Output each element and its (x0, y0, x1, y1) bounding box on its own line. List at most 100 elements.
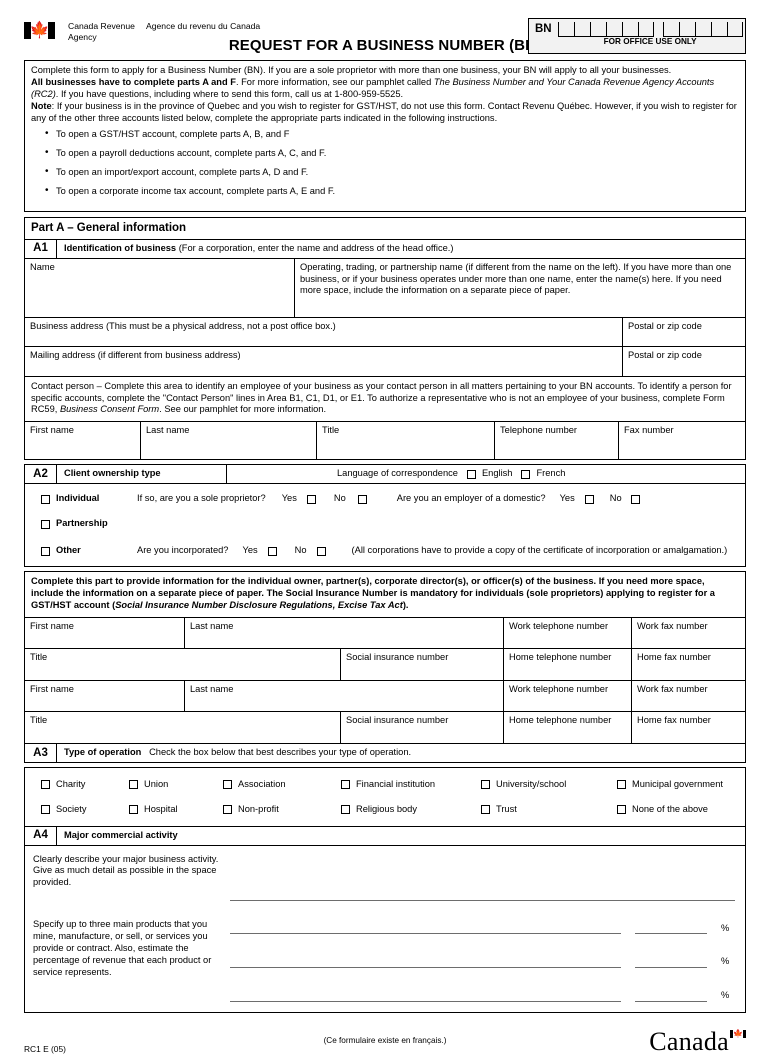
language-french-option[interactable]: French (521, 468, 565, 480)
a1-mailing-address-row: Mailing address (if different from busin… (25, 345, 745, 376)
owner2-work-fax-field[interactable]: Work fax number (632, 681, 745, 711)
office-use-label: FOR OFFICE USE ONLY (603, 37, 697, 46)
bn-digits-group-2[interactable] (662, 22, 743, 37)
contact-telephone-field[interactable]: Telephone number (495, 422, 619, 460)
contact-first-name-field[interactable]: First name (25, 422, 141, 460)
table-row: Title Social insurance number Home telep… (25, 710, 745, 743)
ownership-other-option[interactable]: Other (41, 545, 137, 557)
checkbox-sole-prop-no[interactable] (357, 494, 367, 504)
product-line-1[interactable] (230, 933, 621, 935)
bn-office-use-box: BN FOR OFFICE USE ONLY (528, 18, 746, 54)
checkbox-trust[interactable] (481, 805, 490, 815)
checkbox-union[interactable] (129, 780, 138, 790)
owner2-last-name-field[interactable]: Last name (185, 680, 504, 711)
owner1-last-name-field[interactable]: Last name (185, 617, 504, 648)
checkbox-incorporated-yes[interactable] (267, 546, 277, 556)
percent-symbol-3: % (721, 990, 730, 1001)
checkbox-municipal-government[interactable] (617, 780, 626, 790)
operation-university-school-option[interactable]: University/school (481, 779, 617, 791)
business-postal-code-field[interactable]: Postal or zip code (623, 318, 745, 346)
operation-religious-body-option[interactable]: Religious body (341, 804, 481, 816)
contact-fax-field[interactable]: Fax number (619, 422, 745, 459)
checkbox-none-of-the-above[interactable] (617, 805, 626, 815)
checkbox-domestic-no[interactable] (630, 494, 640, 504)
checkbox-hospital[interactable] (129, 805, 138, 815)
mailing-address-field[interactable]: Mailing address (if different from busin… (25, 346, 623, 376)
checkbox-other[interactable] (41, 546, 50, 556)
form-page: 🍁 Canada Revenue Agency Agence du revenu… (0, 0, 770, 1055)
section-a4-body: Clearly describe your major business act… (25, 846, 745, 1014)
owner1-home-telephone-field[interactable]: Home telephone number (504, 648, 632, 680)
checkbox-non-profit[interactable] (223, 805, 232, 815)
ownership-individual-option[interactable]: Individual (41, 493, 137, 505)
operation-hospital-option[interactable]: Hospital (129, 804, 223, 816)
operation-municipal-government-option[interactable]: Municipal government (617, 779, 723, 791)
language-of-correspondence-group: Language of correspondence English Frenc… (227, 465, 745, 483)
operation-society-option[interactable]: Society (41, 804, 129, 816)
owner2-title-field[interactable]: Title (25, 711, 341, 743)
product-line-3[interactable] (230, 1001, 621, 1003)
owner1-home-fax-field[interactable]: Home fax number (632, 649, 745, 680)
business-address-field[interactable]: Business address (This must be a physica… (25, 317, 623, 346)
owner1-sin-field[interactable]: Social insurance number (341, 648, 504, 680)
domestic-no-label: No (609, 493, 622, 504)
checkbox-association[interactable] (223, 780, 232, 790)
operating-name-field[interactable]: Operating, trading, or partnership name … (295, 259, 745, 317)
product-line-2[interactable] (230, 967, 621, 969)
list-item: To open a payroll deductions account, co… (45, 147, 739, 160)
page-footer: RC1 E (05) (Ce formulaire existe en fran… (24, 1021, 746, 1055)
operating-name-label: Operating, trading, or partnership name … (300, 261, 732, 296)
mailing-postal-code-field[interactable]: Postal or zip code (623, 347, 745, 376)
operation-non-profit-option[interactable]: Non-profit (223, 804, 341, 816)
owner2-first-name-field[interactable]: First name (25, 680, 185, 711)
business-name-field[interactable]: Name (25, 258, 295, 317)
checkbox-partnership[interactable] (41, 519, 50, 529)
contact-title-field[interactable]: Title (317, 422, 495, 460)
french-version-note: (Ce formulaire existe en français.) (323, 1035, 447, 1045)
operation-none-of-above-option[interactable]: None of the above (617, 804, 708, 816)
product-percent-2[interactable] (635, 967, 707, 969)
operation-financial-institution-option[interactable]: Financial institution (341, 779, 481, 791)
intro-instructions: Complete this form to apply for a Busine… (24, 60, 746, 213)
owner1-work-fax-field[interactable]: Work fax number (632, 618, 745, 648)
owner2-home-fax-field[interactable]: Home fax number (632, 712, 745, 743)
owner2-sin-field[interactable]: Social insurance number (341, 711, 504, 743)
list-item: To open a corporate income tax account, … (45, 185, 739, 198)
ownership-partnership-option[interactable]: Partnership (41, 518, 108, 530)
owner1-work-telephone-field[interactable]: Work telephone number (504, 617, 632, 648)
checkbox-french[interactable] (521, 469, 531, 479)
contact-last-name-field[interactable]: Last name (141, 422, 317, 460)
a4-instruction-column: Clearly describe your major business act… (25, 846, 230, 1013)
owner1-title-field[interactable]: Title (25, 648, 341, 680)
checkbox-university-school[interactable] (481, 780, 490, 790)
incorporation-note: (All corporations have to provide a copy… (351, 545, 728, 556)
business-address-label: Business address (This must be a physica… (30, 320, 336, 331)
checkbox-religious-body[interactable] (341, 805, 350, 815)
checkbox-english[interactable] (466, 469, 476, 479)
owner1-first-name-field[interactable]: First name (25, 617, 185, 648)
owner2-home-telephone-field[interactable]: Home telephone number (504, 711, 632, 743)
operation-charity-option[interactable]: Charity (41, 779, 129, 791)
section-a1-title: Identification of business (For a corpor… (64, 242, 454, 253)
ownership-partnership-row: Partnership (41, 518, 739, 532)
operation-type-options: Charity Union Association Financial inst… (24, 766, 746, 1014)
section-a4-header: A4 Major commercial activity (25, 825, 745, 846)
checkbox-individual[interactable] (41, 494, 50, 504)
operation-union-option[interactable]: Union (129, 779, 223, 791)
checkbox-domestic-yes[interactable] (584, 494, 594, 504)
product-percent-1[interactable] (635, 933, 707, 935)
checkbox-financial-institution[interactable] (341, 780, 350, 790)
checkbox-society[interactable] (41, 805, 50, 815)
part-a-heading: Part A – General information (31, 222, 187, 235)
language-english-option[interactable]: English (466, 468, 512, 480)
operation-trust-option[interactable]: Trust (481, 804, 617, 816)
checkbox-charity[interactable] (41, 780, 50, 790)
table-row: Title Social insurance number Home telep… (25, 647, 745, 680)
operation-association-option[interactable]: Association (223, 779, 341, 791)
bn-digits-group-1[interactable] (557, 22, 654, 37)
section-code-a1: A1 (25, 239, 57, 258)
checkbox-sole-prop-yes[interactable] (306, 494, 316, 504)
checkbox-incorporated-no[interactable] (316, 546, 326, 556)
owner2-work-telephone-field[interactable]: Work telephone number (504, 680, 632, 711)
product-percent-3[interactable] (635, 1001, 707, 1003)
